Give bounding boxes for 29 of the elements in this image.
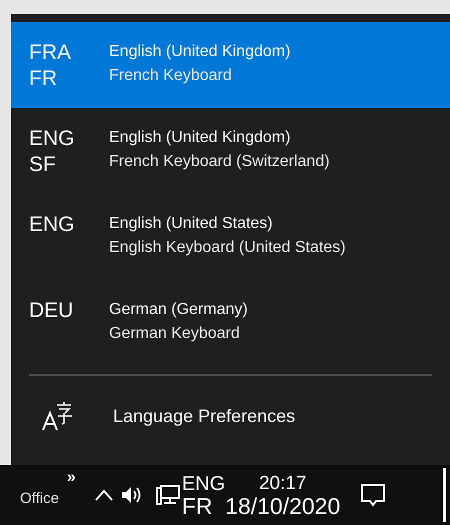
language-preferences-link[interactable]: Language Preferences xyxy=(113,406,296,426)
language-item[interactable]: ENG SF English (United Kingdom) French Keyboard (Switzerland) xyxy=(11,108,450,194)
language-item[interactable]: ENG English (United States) English Keyboard (United States) xyxy=(11,194,450,280)
region-code: SF xyxy=(29,152,57,178)
clock-date[interactable]: 18/10/2020 xyxy=(225,495,340,517)
input-language[interactable]: ENG xyxy=(182,473,226,495)
language-code: ENG xyxy=(29,126,76,152)
region-code: FR xyxy=(29,66,58,92)
language-name: English (United Kingdom) xyxy=(109,129,292,147)
toolbar-label[interactable]: Office xyxy=(20,490,59,506)
language-name: English (United Kingdom) xyxy=(109,43,290,61)
clock-time[interactable]: 20:17 xyxy=(258,473,306,495)
keyboard-name: French Keyboard xyxy=(109,67,233,85)
keyboard-name: English Keyboard (United States) xyxy=(109,239,346,257)
language-name: English (United States) xyxy=(109,215,274,233)
caret-icon[interactable] xyxy=(94,488,114,502)
network-icon[interactable] xyxy=(156,484,180,506)
keyboard-name: French Keyboard (Switzerland) xyxy=(109,153,330,171)
language-icon xyxy=(41,401,73,431)
language-code: ENG xyxy=(29,212,76,238)
overflow-chevron[interactable]: » xyxy=(66,469,76,487)
input-region[interactable]: FR xyxy=(182,495,226,517)
language-item[interactable]: DEU German (Germany) German Keyboard xyxy=(11,280,450,366)
language-item[interactable]: FRA FR English (United Kingdom) French Keyboard xyxy=(11,22,450,108)
language-code: DEU xyxy=(29,298,74,324)
notification-icon[interactable] xyxy=(360,482,386,508)
language-code: FRA xyxy=(29,40,72,66)
language-name: German (Germany) xyxy=(109,301,248,319)
keyboard-name: German Keyboard xyxy=(109,325,241,343)
